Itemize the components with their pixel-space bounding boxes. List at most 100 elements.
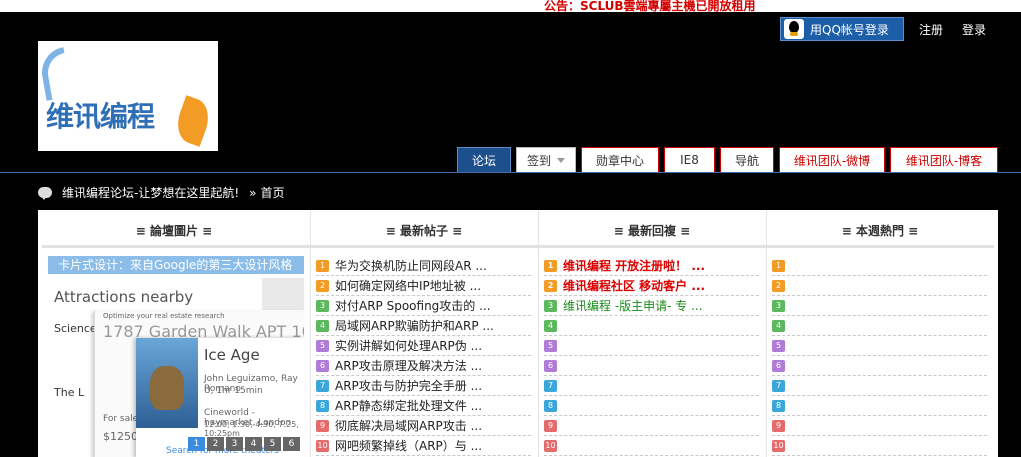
list-item: 10 <box>544 436 759 456</box>
rank-number-badge: 7 <box>772 379 785 392</box>
list-item[interactable]: 6 ARP攻击原理及解决方法 ... <box>316 356 531 376</box>
rank-number-badge: 2 <box>772 279 785 292</box>
nav-label: 维讯团队-博客 <box>905 153 983 168</box>
breadcrumb-home-link[interactable]: 首页 <box>261 184 285 201</box>
list-item-title: 网吧频繁掉线（ARP）与 ... <box>335 439 483 453</box>
movie-title: Ice Age <box>204 346 260 364</box>
rank-number-badge: 8 <box>316 399 329 412</box>
rank-number-badge: 4 <box>772 319 785 332</box>
weekly-hot-list: 1 2 3 4 5 6 7 8 9 10 <box>772 256 987 456</box>
list-item-title: 实例讲解如何处理ARP伪 ... <box>335 339 483 353</box>
list-item: 7 <box>772 376 987 396</box>
slide-price: $1250 <box>103 430 138 443</box>
logo-arc <box>38 47 73 101</box>
nav-label: 论坛 <box>471 153 496 168</box>
slider-dot-6[interactable]: 6 <box>283 437 300 451</box>
slider-dot-4[interactable]: 4 <box>245 437 262 451</box>
rank-number-badge: 6 <box>316 359 329 372</box>
latest-posts-list: 1 华为交换机防止同网段AR ... 2 如何确定网络中IP地址被 ... 3 对付ARP… <box>316 256 531 456</box>
list-item: 4 <box>544 316 759 336</box>
list-item: 4 <box>772 316 987 336</box>
rank-number-badge: 2 <box>544 279 557 292</box>
rank-number-badge: 8 <box>544 399 557 412</box>
rank-number-badge: 8 <box>772 399 785 412</box>
qq-login-button[interactable]: 用QQ帐号登录 <box>780 17 904 41</box>
rank-number-badge: 6 <box>544 359 557 372</box>
announcement-bar: 公告：SCLUB雲端專屬主機已開放租用 <box>0 0 1021 14</box>
rank-number-badge: 5 <box>772 339 785 352</box>
list-item: 9 <box>544 416 759 436</box>
list-item: 6 <box>544 356 759 376</box>
list-item-title: 彻底解决局域网ARP攻击 ... <box>335 419 483 433</box>
list-item[interactable]: 5 实例讲解如何处理ARP伪 ... <box>316 336 531 356</box>
list-item: 7 <box>544 376 759 396</box>
list-item[interactable]: 2 维讯编程社区 移动客户 ... <box>544 276 759 296</box>
list-item[interactable]: 10 网吧频繁掉线（ARP）与 ... <box>316 436 531 456</box>
nav-guide[interactable]: 导航 <box>720 147 774 172</box>
list-item[interactable]: 1 维讯编程 开放注册啦！ ... <box>544 256 759 276</box>
list-item[interactable]: 3 维讯编程 -版主申请- 专 ... <box>544 296 759 316</box>
rank-number-badge: 4 <box>544 319 557 332</box>
list-item: 2 <box>772 276 987 296</box>
nav-checkin[interactable]: 签到 <box>516 147 576 172</box>
list-item-title: 维讯编程 开放注册啦！ ... <box>563 259 706 273</box>
nav-label: 导航 <box>734 153 759 168</box>
rank-number-badge: 3 <box>316 299 329 312</box>
list-item[interactable]: 7 ARP攻击与防护完全手册 ... <box>316 376 531 396</box>
rank-number-badge: 1 <box>316 259 329 272</box>
announcement-text[interactable]: 公告：SCLUB雲端專屬主機已開放租用 <box>544 0 756 14</box>
list-item-title: 局域网ARP欺骗防护和ARP ... <box>335 319 494 333</box>
rank-number-badge: 5 <box>544 339 557 352</box>
slider-dot-1[interactable]: 1 <box>188 437 205 451</box>
breadcrumb: 维讯编程论坛-让梦想在这里起航! » 首页 <box>38 184 285 201</box>
forum-portal-panel: ≡ 論壇圖片 ≡ ≡ 最新帖子 ≡ ≡ 最新回複 ≡ ≡ 本週熱門 ≡ 卡片式设… <box>38 210 998 457</box>
login-link[interactable]: 登录 <box>962 21 986 38</box>
qq-penguin-icon <box>784 19 804 39</box>
list-item-title: 华为交换机防止同网段AR ... <box>335 259 487 273</box>
nav-team-weibo[interactable]: 维讯团队-微博 <box>779 147 885 172</box>
nav-label: 维讯团队-微博 <box>793 153 871 168</box>
breadcrumb-forum-link[interactable]: 维讯编程论坛-让梦想在这里起航! <box>62 184 239 201</box>
register-link[interactable]: 注册 <box>919 21 943 38</box>
rank-number-badge: 6 <box>772 359 785 372</box>
logo-leaf <box>171 95 215 147</box>
nav-team-blog[interactable]: 维讯团队-博客 <box>890 147 998 172</box>
list-item[interactable]: 8 ARP静态绑定批处理文件 ... <box>316 396 531 416</box>
rank-number-badge: 5 <box>316 339 329 352</box>
column-header-latest-posts: ≡ 最新帖子 ≡ <box>385 224 463 238</box>
list-item[interactable]: 9 彻底解决局域网ARP攻击 ... <box>316 416 531 436</box>
list-item: 1 <box>772 256 987 276</box>
nav-forum[interactable]: 论坛 <box>457 147 511 172</box>
list-item: 10 <box>772 436 987 456</box>
nav-medals[interactable]: 勋章中心 <box>581 147 659 172</box>
rank-number-badge: 1 <box>544 259 557 272</box>
logo-text: 维讯编程 <box>46 100 155 133</box>
rank-number-badge: 10 <box>544 439 557 452</box>
site-logo[interactable]: 维讯编程 <box>38 41 218 151</box>
slide-card-title: Attractions nearby <box>54 288 194 306</box>
slider-dot-5[interactable]: 5 <box>264 437 281 451</box>
rank-number-badge: 3 <box>544 299 557 312</box>
rank-number-badge: 9 <box>772 419 785 432</box>
rank-number-badge: 7 <box>544 379 557 392</box>
list-item: 8 <box>772 396 987 416</box>
nav-ie8[interactable]: IE8 <box>664 147 715 172</box>
list-item: 9 <box>772 416 987 436</box>
list-item-title: 维讯编程社区 移动客户 ... <box>563 279 706 293</box>
slider-image[interactable]: Attractions nearby Science The L Optimiz… <box>48 278 304 457</box>
slider-caption[interactable]: 卡片式设计：来自Google的第三大设计风格 <box>48 256 304 274</box>
list-item[interactable]: 3 对付ARP Spoofing攻击的 ... <box>316 296 531 316</box>
slider-dot-3[interactable]: 3 <box>226 437 243 451</box>
nav-label: 勋章中心 <box>595 153 644 168</box>
list-item[interactable]: 2 如何确定网络中IP地址被 ... <box>316 276 531 296</box>
column-header-pics: ≡ 論壇圖片 ≡ <box>135 224 213 238</box>
movie-times: 12:00, 1:30, 4:30, 7:25, 10:25pm <box>204 420 299 438</box>
list-item[interactable]: 1 华为交换机防止同网段AR ... <box>316 256 531 276</box>
rank-number-badge: 10 <box>772 439 785 452</box>
nav-label: IE8 <box>680 153 699 167</box>
header-rule <box>42 245 994 248</box>
slider-dot-2[interactable]: 2 <box>207 437 224 451</box>
list-item-title: ARP攻击原理及解决方法 ... <box>335 359 483 373</box>
list-item[interactable]: 4 局域网ARP欺骗防护和ARP ... <box>316 316 531 336</box>
chevron-down-icon <box>557 157 565 163</box>
